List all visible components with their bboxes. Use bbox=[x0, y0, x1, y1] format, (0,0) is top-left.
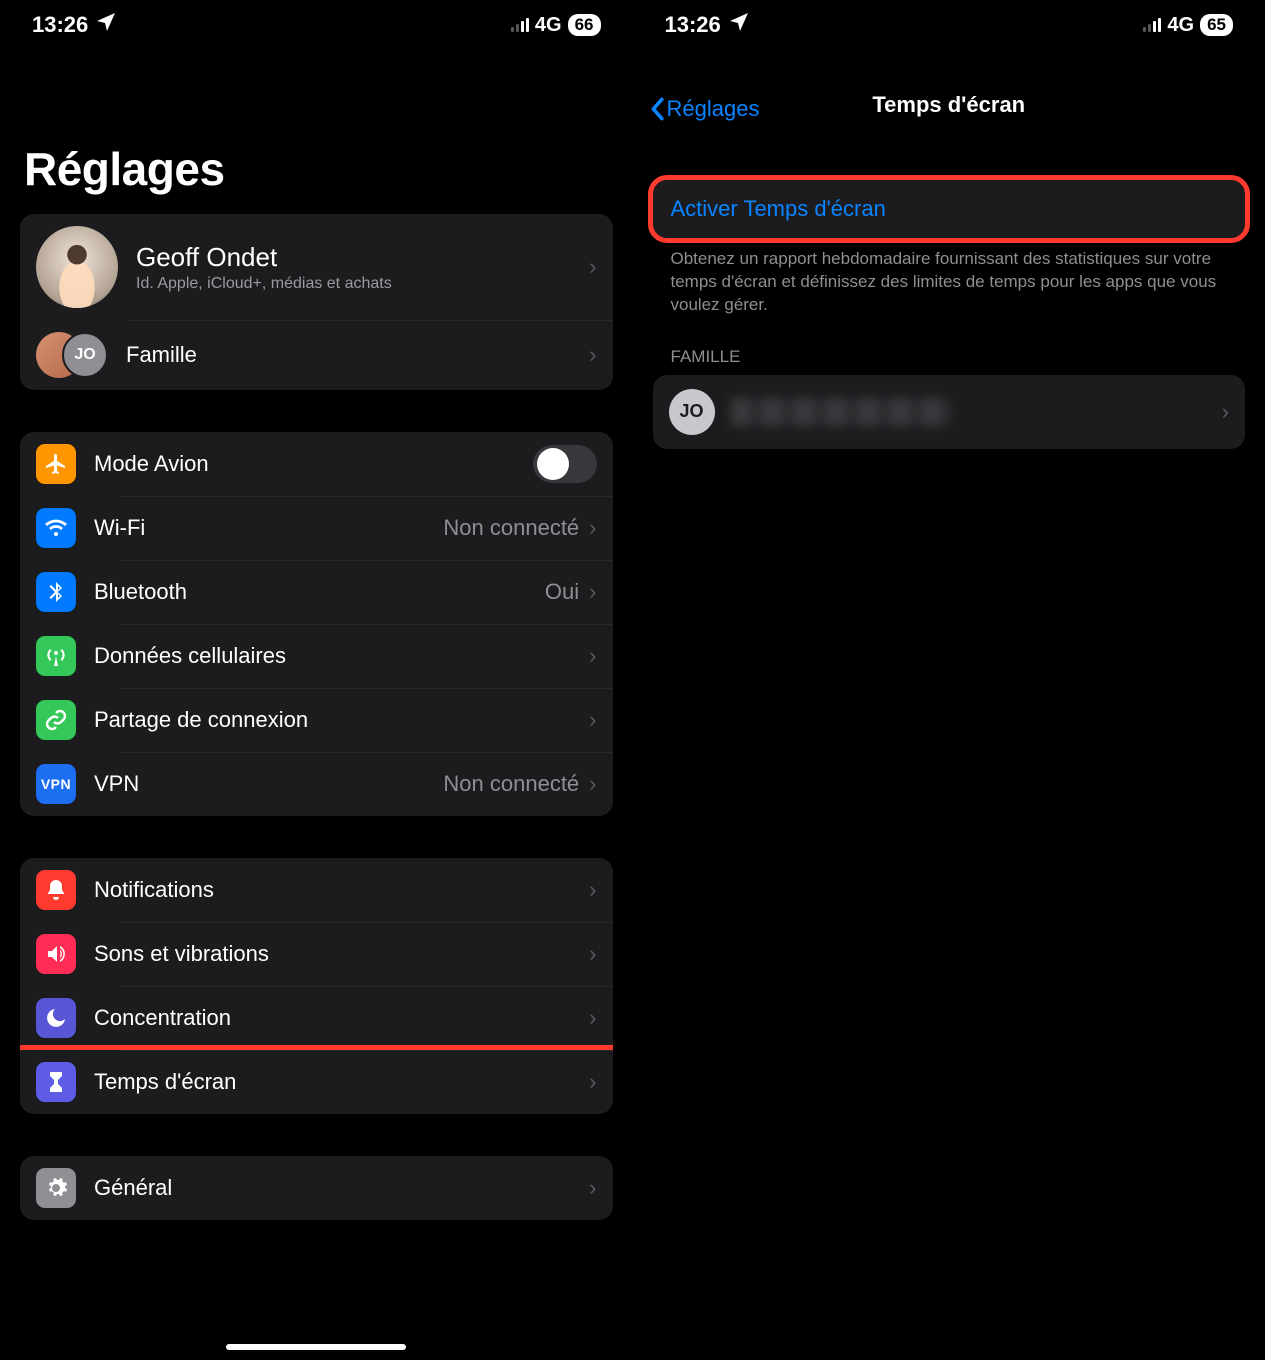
speaker-icon bbox=[36, 934, 76, 974]
account-name: Geoff Ondet bbox=[136, 242, 589, 273]
row-label: Concentration bbox=[94, 1005, 589, 1031]
screen-time-description: Obtenez un rapport hebdomadaire fourniss… bbox=[653, 238, 1246, 317]
apple-id-row[interactable]: Geoff Ondet Id. Apple, iCloud+, médias e… bbox=[20, 214, 613, 320]
status-bar: 13:26 4G 66 bbox=[20, 0, 613, 46]
bluetooth-icon bbox=[36, 572, 76, 612]
chevron-right-icon: › bbox=[589, 1069, 596, 1095]
bell-icon bbox=[36, 870, 76, 910]
row-value: Non connecté bbox=[443, 515, 579, 541]
family-member-row[interactable]: JO › bbox=[653, 375, 1246, 449]
back-label: Réglages bbox=[667, 96, 760, 122]
chevron-right-icon: › bbox=[589, 771, 596, 797]
signal-icon bbox=[511, 18, 529, 32]
chevron-right-icon: › bbox=[1222, 399, 1229, 425]
chevron-right-icon: › bbox=[589, 877, 596, 903]
settings-row-wifi[interactable]: Wi-FiNon connecté › bbox=[20, 496, 613, 560]
page-title: Réglages bbox=[24, 142, 609, 196]
nav-bar: Réglages Temps d'écran bbox=[653, 46, 1246, 134]
row-label: VPN bbox=[94, 771, 443, 797]
row-label: Mode Avion bbox=[94, 451, 533, 477]
status-time: 13:26 bbox=[32, 12, 88, 38]
settings-row-airplane[interactable]: Mode Avion bbox=[20, 432, 613, 496]
family-member-name-redacted bbox=[731, 398, 951, 426]
status-time: 13:26 bbox=[665, 12, 721, 38]
status-bar: 13:26 4G 65 bbox=[653, 0, 1246, 46]
family-label: Famille bbox=[126, 342, 589, 368]
chevron-right-icon: › bbox=[589, 342, 596, 368]
row-label: Général bbox=[94, 1175, 589, 1201]
toggle[interactable] bbox=[533, 445, 597, 483]
settings-row-moon[interactable]: Concentration› bbox=[20, 986, 613, 1050]
back-button[interactable]: Réglages bbox=[649, 96, 760, 122]
home-indicator[interactable] bbox=[226, 1344, 406, 1350]
screen-time-screen: 13:26 4G 65 Réglages Temps d'écran Activ… bbox=[633, 0, 1265, 1360]
settings-row-link[interactable]: Partage de connexion› bbox=[20, 688, 613, 752]
row-label: Bluetooth bbox=[94, 579, 545, 605]
activate-screen-time-button[interactable]: Activer Temps d'écran bbox=[653, 180, 1246, 238]
activate-label: Activer Temps d'écran bbox=[671, 196, 886, 221]
link-icon bbox=[36, 700, 76, 740]
location-arrow-icon bbox=[94, 10, 118, 40]
row-label: Temps d'écran bbox=[94, 1069, 589, 1095]
family-row[interactable]: JO Famille › bbox=[20, 320, 613, 390]
vpn-icon: VPN bbox=[36, 764, 76, 804]
location-arrow-icon bbox=[727, 10, 751, 40]
family-initials-icon: JO bbox=[62, 332, 108, 378]
antenna-icon bbox=[36, 636, 76, 676]
gear-icon bbox=[36, 1168, 76, 1208]
nav-title: Temps d'écran bbox=[872, 92, 1025, 118]
settings-row-hourglass[interactable]: Temps d'écran› bbox=[20, 1050, 613, 1114]
account-group: Geoff Ondet Id. Apple, iCloud+, médias e… bbox=[20, 214, 613, 390]
chevron-right-icon: › bbox=[589, 254, 596, 280]
family-member-avatar-icon: JO bbox=[669, 389, 715, 435]
settings-row-gear[interactable]: Général› bbox=[20, 1156, 613, 1220]
airplane-icon bbox=[36, 444, 76, 484]
family-section-header: FAMILLE bbox=[653, 317, 1246, 375]
account-subtitle: Id. Apple, iCloud+, médias et achats bbox=[136, 275, 589, 293]
chevron-right-icon: › bbox=[589, 643, 596, 669]
status-network: 4G bbox=[1167, 14, 1194, 37]
chevron-right-icon: › bbox=[589, 515, 596, 541]
battery-icon: 66 bbox=[568, 14, 601, 36]
row-value: Non connecté bbox=[443, 771, 579, 797]
battery-icon: 65 bbox=[1200, 14, 1233, 36]
chevron-right-icon: › bbox=[589, 1175, 596, 1201]
moon-icon bbox=[36, 998, 76, 1038]
chevron-right-icon: › bbox=[589, 941, 596, 967]
preferences-group: Notifications›Sons et vibrations›Concent… bbox=[20, 858, 613, 1114]
row-value: Oui bbox=[545, 579, 579, 605]
chevron-right-icon: › bbox=[589, 707, 596, 733]
signal-icon bbox=[1143, 18, 1161, 32]
general-group: Général› bbox=[20, 1156, 613, 1220]
row-label: Sons et vibrations bbox=[94, 941, 589, 967]
status-network: 4G bbox=[535, 14, 562, 37]
settings-row-antenna[interactable]: Données cellulaires› bbox=[20, 624, 613, 688]
hourglass-icon bbox=[36, 1062, 76, 1102]
avatar-icon bbox=[36, 226, 118, 308]
connectivity-group: Mode AvionWi-FiNon connecté›BluetoothOui… bbox=[20, 432, 613, 816]
chevron-right-icon: › bbox=[589, 1005, 596, 1031]
chevron-right-icon: › bbox=[589, 579, 596, 605]
row-label: Partage de connexion bbox=[94, 707, 589, 733]
row-label: Wi-Fi bbox=[94, 515, 443, 541]
row-label: Données cellulaires bbox=[94, 643, 589, 669]
wifi-icon bbox=[36, 508, 76, 548]
settings-row-bluetooth[interactable]: BluetoothOui › bbox=[20, 560, 613, 624]
settings-screen: 13:26 4G 66 Réglages Geoff Ondet Id. App… bbox=[0, 0, 633, 1360]
settings-row-speaker[interactable]: Sons et vibrations› bbox=[20, 922, 613, 986]
row-label: Notifications bbox=[94, 877, 589, 903]
settings-row-vpn[interactable]: VPNVPNNon connecté› bbox=[20, 752, 613, 816]
settings-row-bell[interactable]: Notifications› bbox=[20, 858, 613, 922]
